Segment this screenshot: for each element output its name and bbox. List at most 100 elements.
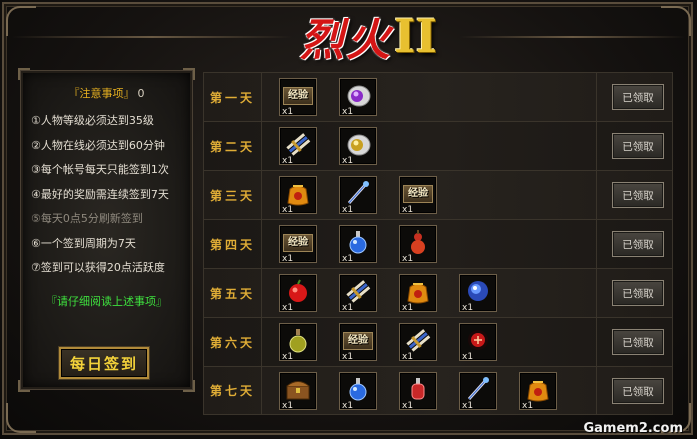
reward-item-slot[interactable]: x1 xyxy=(339,176,377,215)
claimed-button[interactable]: 已领取 xyxy=(612,378,664,404)
reward-item-slot[interactable]: 经验 x1 xyxy=(399,176,437,215)
day-label: 第二天 xyxy=(209,139,255,154)
day-cell: 第五天 xyxy=(204,269,262,317)
reward-item-slot[interactable]: 经验 x1 xyxy=(339,323,377,362)
reward-item-slot[interactable]: x1 xyxy=(339,372,377,411)
reward-item-slot[interactable]: x1 xyxy=(459,274,497,313)
panel-corner xyxy=(18,380,30,392)
day-cell: 第七天 xyxy=(204,367,262,414)
column-divider xyxy=(596,73,597,121)
day-cell: 第二天 xyxy=(204,122,262,170)
item-quantity: x1 xyxy=(342,205,354,215)
reward-item-slot[interactable]: x1 xyxy=(339,274,377,313)
day-cell: 第一天 xyxy=(204,73,262,121)
item-quantity: x1 xyxy=(462,303,474,313)
day-cell: 第六天 xyxy=(204,318,262,366)
day-row: 第五天 x1 x1 x1 x1 已领取 xyxy=(203,268,673,317)
reward-item-slot[interactable]: x1 xyxy=(279,176,317,215)
item-quantity: x1 xyxy=(282,254,294,264)
reward-item-slot[interactable]: x1 xyxy=(519,372,557,411)
title-main-text: 烈火 xyxy=(300,15,392,66)
site-watermark: Gamem2.com xyxy=(583,421,683,436)
frame-corner-ornament xyxy=(6,6,36,36)
day-cell: 第三天 xyxy=(204,171,262,219)
claimed-button[interactable]: 已领取 xyxy=(612,133,664,159)
game-title-logo: 烈火 II xyxy=(300,8,438,66)
notice-panel: 『注意事项』 0 ①人物等级必须达到35级 ②人物在线必须达到60分钟 ③每个帐号… xyxy=(18,68,195,392)
claimed-button[interactable]: 已领取 xyxy=(612,280,664,306)
item-quantity: x1 xyxy=(282,107,294,117)
item-quantity: x1 xyxy=(402,254,414,264)
title-divider-left xyxy=(12,36,292,38)
reward-item-slot[interactable]: x1 xyxy=(339,225,377,264)
reward-item-slot[interactable]: x1 xyxy=(459,323,497,362)
claimed-button[interactable]: 已领取 xyxy=(612,231,664,257)
item-quantity: x1 xyxy=(282,303,294,313)
column-divider xyxy=(596,318,597,366)
day-label: 第五天 xyxy=(209,286,255,301)
notice-count: 0 xyxy=(137,87,145,100)
reward-item-slot[interactable]: x1 xyxy=(459,372,497,411)
day-label: 第三天 xyxy=(209,188,255,203)
reward-item-slot[interactable]: 经验 x1 xyxy=(279,225,317,264)
notice-item: ⑥一个签到周期为7天 xyxy=(31,236,136,250)
day-label: 第一天 xyxy=(209,90,255,105)
item-quantity: x1 xyxy=(462,352,474,362)
item-quantity: x1 xyxy=(342,303,354,313)
reward-item-slot[interactable]: x1 xyxy=(399,372,437,411)
reward-item-slot[interactable]: x1 xyxy=(399,323,437,362)
item-quantity: x1 xyxy=(342,254,354,264)
day-row: 第二天 x1 x1 已领取 xyxy=(203,121,673,170)
day-label: 第四天 xyxy=(209,237,255,252)
claimed-button[interactable]: 已领取 xyxy=(612,84,664,110)
panel-corner xyxy=(183,68,195,80)
reward-item-slot[interactable]: x1 xyxy=(279,274,317,313)
reward-item-slot[interactable]: 经验 x1 xyxy=(279,78,317,117)
exp-scroll-icon: 经验 xyxy=(283,234,313,252)
notice-list: ①人物等级必须达到35级 ②人物在线必须达到60分钟 ③每个帐号每天只能签到1次… xyxy=(31,109,191,281)
notice-item: ①人物等级必须达到35级 xyxy=(31,114,154,127)
day-row: 第七天 x1 x1 x1 x1 x1 已领取 xyxy=(203,366,673,415)
reward-item-slot[interactable]: x1 xyxy=(279,127,317,166)
frame-corner-ornament xyxy=(661,6,691,36)
title-numeral: II xyxy=(394,9,438,63)
claimed-button[interactable]: 已领取 xyxy=(612,182,664,208)
reward-item-slot[interactable]: x1 xyxy=(279,323,317,362)
notice-footer: 『请仔细阅读上述事项』 xyxy=(46,295,167,308)
exp-scroll-icon: 经验 xyxy=(283,87,313,105)
column-divider xyxy=(596,269,597,317)
item-quantity: x1 xyxy=(402,352,414,362)
notice-item: ③每个帐号每天只能签到1次 xyxy=(31,163,169,176)
item-quantity: x1 xyxy=(282,205,294,215)
item-quantity: x1 xyxy=(282,156,294,166)
exp-scroll-icon: 经验 xyxy=(403,185,433,203)
panel-corner xyxy=(183,380,195,392)
reward-rows: 第一天 经验 x1 x1 已领取 第二天 x1 x1 已领取 第三天 x1 x1 经验 x1… xyxy=(203,72,673,415)
day-cell: 第四天 xyxy=(204,220,262,268)
day-row: 第六天 x1 经验 x1 x1 x1 已领取 xyxy=(203,317,673,366)
item-quantity: x1 xyxy=(402,303,414,313)
day-row: 第一天 经验 x1 x1 已领取 xyxy=(203,72,673,121)
exp-scroll-icon: 经验 xyxy=(343,332,373,350)
frame-corner-ornament xyxy=(6,403,36,433)
reward-item-slot[interactable]: x1 xyxy=(339,127,377,166)
day-label: 第六天 xyxy=(209,335,255,350)
item-quantity: x1 xyxy=(522,401,534,411)
item-quantity: x1 xyxy=(342,156,354,166)
item-quantity: x1 xyxy=(342,352,354,362)
notice-item: ⑦签到可以获得20点活跃度 xyxy=(31,261,165,274)
item-quantity: x1 xyxy=(282,401,294,411)
notice-header: 『注意事项』 0 xyxy=(21,85,192,101)
daily-sign-in-button[interactable]: 每日签到 xyxy=(58,346,150,380)
reward-item-slot[interactable]: x1 xyxy=(399,274,437,313)
panel-corner xyxy=(18,68,30,80)
reward-item-slot[interactable]: x1 xyxy=(339,78,377,117)
item-quantity: x1 xyxy=(402,401,414,411)
title-divider-right xyxy=(460,36,685,38)
item-quantity: x1 xyxy=(402,205,414,215)
notice-title: 『注意事项』 xyxy=(68,87,135,100)
reward-item-slot[interactable]: x1 xyxy=(279,372,317,411)
reward-item-slot[interactable]: x1 xyxy=(399,225,437,264)
claimed-button[interactable]: 已领取 xyxy=(612,329,664,355)
column-divider xyxy=(596,367,597,414)
